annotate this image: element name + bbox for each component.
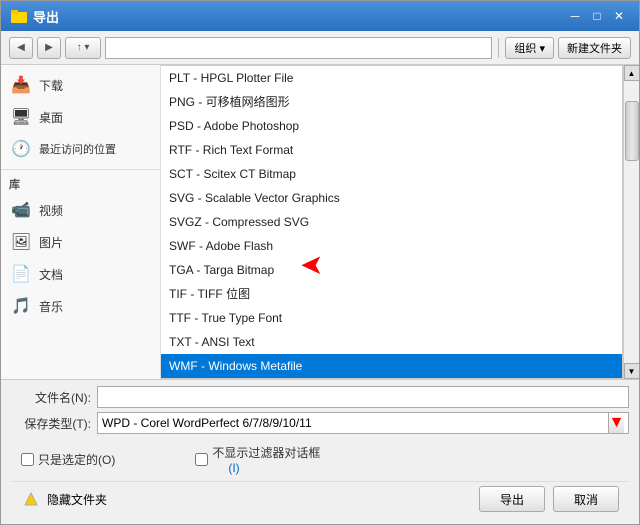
filetype-label: 保存类型(T): — [11, 415, 91, 432]
only-selected-checkbox[interactable] — [21, 453, 34, 466]
list-item[interactable]: SVGZ - Compressed SVG — [161, 210, 622, 234]
main-area: 📥 下载 🖥 桌面 🕐 最近访问的位置 库 📹 视频 🖼 图片 📄 — [1, 65, 639, 379]
list-item[interactable]: PSD - Adobe Photoshop — [161, 114, 622, 138]
sidebar-item-label: 文档 — [39, 266, 63, 283]
back-button[interactable]: ◀ — [9, 37, 33, 59]
scroll-down-arrow[interactable]: ▼ — [624, 363, 640, 379]
recent-icon: 🕐 — [9, 137, 33, 161]
minimize-button[interactable]: ─ — [565, 7, 585, 25]
list-item[interactable]: TGA - Targa Bitmap — [161, 258, 622, 282]
only-selected-label: 只是选定的(O) — [38, 451, 115, 468]
list-item[interactable]: TTF - True Type Font — [161, 306, 622, 330]
address-bar — [105, 37, 492, 59]
downloads-icon: 📥 — [9, 73, 33, 97]
sidebar-item-label: 桌面 — [39, 109, 63, 126]
list-item[interactable]: TIF - TIFF 位图 — [161, 282, 622, 306]
red-dropdown-arrow: ▼ — [609, 414, 625, 432]
title-bar-title: 导出 — [33, 7, 59, 26]
checkbox-row: 只是选定的(O) 不显示过滤器对话框 (I) — [11, 438, 629, 481]
sidebar-item-label: 音乐 — [39, 298, 63, 315]
folder-icon — [11, 8, 27, 24]
cancel-button[interactable]: 取消 — [553, 486, 619, 512]
sidebar-item-music[interactable]: 🎵 音乐 — [1, 290, 160, 322]
dropdown-arrow-icon[interactable]: ▼ — [608, 413, 624, 433]
sidebar-item-documents[interactable]: 📄 文档 — [1, 258, 160, 290]
action-row: 隐藏文件夹 导出 取消 — [11, 481, 629, 518]
triangle-icon — [23, 491, 39, 507]
title-bar-controls: ─ □ ✕ — [565, 7, 629, 25]
toolbar: ◀ ▶ ↑ ▾ 组织 ▾ 新建文件夹 — [1, 31, 639, 65]
list-item[interactable]: RTF - Rich Text Format — [161, 138, 622, 162]
filename-label: 文件名(N): — [11, 389, 91, 406]
left-panel: 📥 下载 🖥 桌面 🕐 最近访问的位置 库 📹 视频 🖼 图片 📄 — [1, 65, 161, 379]
scroll-up-arrow[interactable]: ▲ — [624, 65, 640, 81]
desktop-icon: 🖥 — [9, 105, 33, 129]
list-item[interactable]: PNG - 可移植网络图形 — [161, 90, 622, 114]
sidebar-item-video[interactable]: 📹 视频 — [1, 194, 160, 226]
organize-button[interactable]: 组织 ▾ — [505, 37, 554, 59]
close-button[interactable]: ✕ — [609, 7, 629, 25]
list-item[interactable]: SWF - Adobe Flash — [161, 234, 622, 258]
file-area: PLT - HPGL Plotter FilePNG - 可移植网络图形PSD … — [161, 65, 639, 379]
list-item[interactable]: PLT - HPGL Plotter File — [161, 66, 622, 90]
scrollbar-thumb[interactable] — [625, 101, 639, 161]
up-button[interactable]: ↑ ▾ — [65, 37, 101, 59]
hidden-files-row: 隐藏文件夹 — [21, 489, 107, 509]
filetype-value: WPD - Corel WordPerfect 6/7/8/9/10/11 — [102, 416, 608, 430]
file-list[interactable]: PLT - HPGL Plotter FilePNG - 可移植网络图形PSD … — [161, 65, 623, 379]
filetype-dropdown[interactable]: WPD - Corel WordPerfect 6/7/8/9/10/11 ▼ — [97, 412, 629, 434]
address-input[interactable] — [105, 37, 492, 59]
export-button[interactable]: 导出 — [479, 486, 545, 512]
vertical-scrollbar[interactable]: ▲ ▼ — [623, 65, 639, 379]
sidebar-item-downloads[interactable]: 📥 下载 — [1, 69, 160, 101]
folder-svg-icon — [11, 8, 27, 24]
toolbar-separator — [498, 38, 499, 58]
list-item[interactable]: SVG - Scalable Vector Graphics — [161, 186, 622, 210]
music-icon: 🎵 — [9, 294, 33, 318]
no-filter-label: 不显示过滤器对话框 (I) — [212, 444, 320, 475]
video-icon: 📹 — [9, 198, 33, 222]
filename-input[interactable] — [97, 386, 629, 408]
sidebar-item-label: 图片 — [39, 234, 63, 251]
sidebar-item-desktop[interactable]: 🖥 桌面 — [1, 101, 160, 133]
file-list-area: PLT - HPGL Plotter FilePNG - 可移植网络图形PSD … — [161, 65, 639, 379]
sidebar-item-label: 最近访问的位置 — [39, 141, 116, 157]
library-section-label: 库 — [1, 169, 160, 194]
documents-icon: 📄 — [9, 262, 33, 286]
forward-button[interactable]: ▶ — [37, 37, 61, 59]
bottom-form: 文件名(N): 保存类型(T): WPD - Corel WordPerfect… — [1, 379, 639, 524]
sidebar-item-label: 视频 — [39, 202, 63, 219]
sidebar-item-label: 下载 — [39, 77, 63, 94]
only-selected-checkbox-item: 只是选定的(O) — [21, 451, 115, 468]
list-item[interactable]: WP4 - Corel WordPerfect 4.2 — [161, 378, 622, 379]
filetype-row: 保存类型(T): WPD - Corel WordPerfect 6/7/8/9… — [11, 412, 629, 434]
hidden-files-icon — [21, 489, 41, 509]
sidebar-item-recent[interactable]: 🕐 最近访问的位置 — [1, 133, 160, 165]
dialog-container: 导出 ─ □ ✕ ◀ ▶ ↑ ▾ 组织 ▾ 新建文件夹 📥 下载 🖥 桌面 — [0, 0, 640, 525]
hidden-files-label: 隐藏文件夹 — [47, 491, 107, 508]
list-item[interactable]: WMF - Windows Metafile — [161, 354, 622, 378]
maximize-button[interactable]: □ — [587, 7, 607, 25]
no-filter-checkbox-item: 不显示过滤器对话框 (I) — [195, 444, 320, 475]
title-bar: 导出 ─ □ ✕ — [1, 1, 639, 31]
sidebar-item-pictures[interactable]: 🖼 图片 — [1, 226, 160, 258]
filename-row: 文件名(N): — [11, 386, 629, 408]
new-folder-button[interactable]: 新建文件夹 — [558, 37, 631, 59]
list-item[interactable]: TXT - ANSI Text — [161, 330, 622, 354]
no-filter-checkbox[interactable] — [195, 453, 208, 466]
list-item[interactable]: SCT - Scitex CT Bitmap — [161, 162, 622, 186]
title-bar-left: 导出 — [11, 7, 59, 26]
pictures-icon: 🖼 — [9, 230, 33, 254]
